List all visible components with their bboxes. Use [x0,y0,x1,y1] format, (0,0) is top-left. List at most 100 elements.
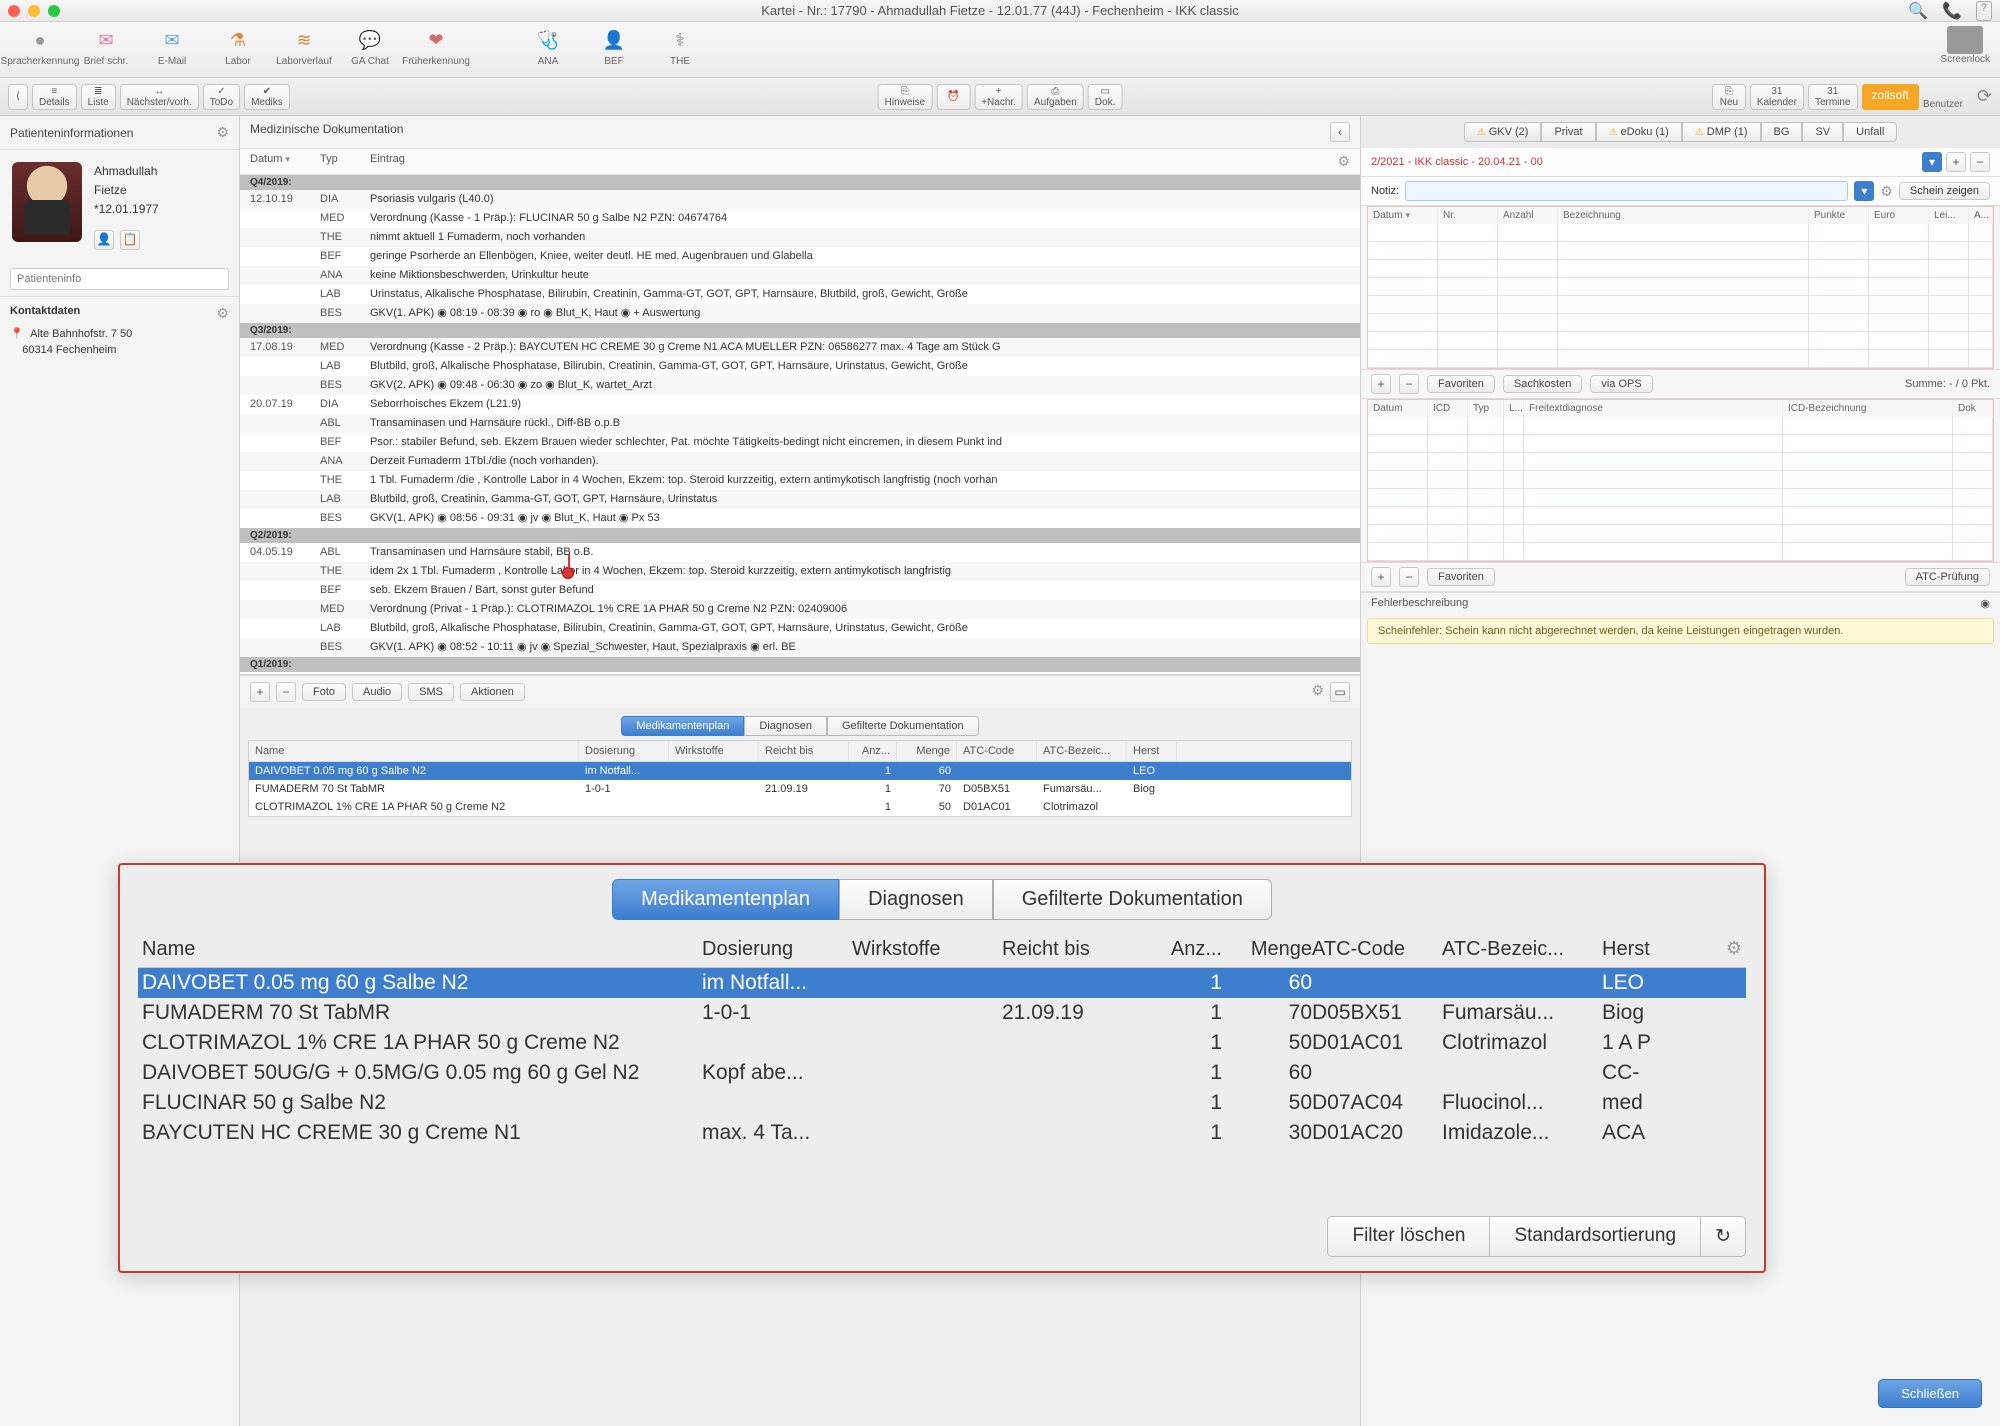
quarter-row[interactable]: Q4/2019: [240,175,1360,190]
dropdown-icon[interactable]: ▾ [1922,152,1942,172]
medcol-wirk[interactable]: Wirkstoffe [669,741,759,761]
zcol-wirk[interactable]: Wirkstoffe [852,938,1002,961]
zcol-herst[interactable]: Herst [1602,938,1672,961]
doc-row[interactable]: MEDVerordnung (Kasse - 1 Präp.): FLUCINA… [240,209,1360,228]
doc-row[interactable]: ANADerzeit Fumaderm 1Tbl./die (noch vorh… [240,452,1360,471]
notiz-input[interactable] [1405,181,1848,201]
zcol-atcb[interactable]: ATC-Bezeic... [1442,938,1602,961]
minus-button[interactable]: − [1399,374,1419,394]
grid-row[interactable] [1368,296,1993,314]
close-window-icon[interactable] [8,5,20,17]
plus-button[interactable]: + [1371,567,1391,587]
doc-row[interactable]: 20.07.19DIASeborrhoisches Ekzem (L21.9) [240,395,1360,414]
g2-typ[interactable]: Typ [1468,400,1504,417]
gear-icon[interactable]: ⚙ [1337,153,1350,170]
g1-lei[interactable]: Lei... [1929,207,1969,224]
rtab-bg[interactable]: BG [1761,122,1803,142]
med-row[interactable]: DAIVOBET 0.05 mg 60 g Salbe N2im Notfall… [249,762,1351,780]
quarter-row[interactable]: Q1/2019: [240,657,1360,672]
sms-button[interactable]: SMS [408,683,454,701]
doc-row[interactable]: LABBlutbild, groß, Creatinin, Gamma-GT, … [240,490,1360,509]
zcol-anz[interactable]: Anz... [1152,938,1222,961]
zcol-reicht[interactable]: Reicht bis [1002,938,1152,961]
foto-button[interactable]: Foto [302,683,346,701]
help-icon[interactable]: ? [1976,1,1992,21]
g1-a[interactable]: A... [1969,207,1993,224]
medcol-atcb[interactable]: ATC-Bezeic... [1037,741,1127,761]
sachkosten-button[interactable]: Sachkosten [1503,375,1582,393]
doc-row[interactable]: 17.08.19MEDVerordnung (Kasse - 2 Präp.):… [240,338,1360,357]
favoriten-button[interactable]: Favoriten [1427,375,1495,393]
sbtn-neu[interactable]: ⎘Neu [1712,84,1746,110]
g1-datum[interactable]: Datum [1368,207,1438,224]
g1-anz[interactable]: Anzahl [1498,207,1558,224]
zoom-med-row[interactable]: FUMADERM 70 St TabMR1-0-121.09.19170D05B… [138,998,1746,1028]
tab-gefilterte[interactable]: Gefilterte Dokumentation [827,716,979,736]
quarter-row[interactable]: Q2/2019: [240,528,1360,543]
zoom-med-row[interactable]: DAIVOBET 0.05 mg 60 g Salbe N2im Notfall… [138,968,1746,998]
tool-bef[interactable]: 👤BEF [584,26,644,67]
col-eintrag[interactable]: Eintrag [370,153,1337,170]
gear-icon[interactable]: ⚙ [216,305,229,322]
doc-row[interactable]: ABLTransaminasen und Harnsäure rückl., D… [240,414,1360,433]
grid-row[interactable] [1368,453,1993,471]
refresh-icon[interactable]: ↻ [1701,1216,1746,1257]
grid-row[interactable] [1368,507,1993,525]
medcol-atc[interactable]: ATC-Code [957,741,1037,761]
grid-row[interactable] [1368,489,1993,507]
doc-row[interactable]: BESGKV(1. APK) ◉ 08:19 - 08:39 ◉ ro ◉ Bl… [240,304,1360,323]
tool-ga-chat[interactable]: 💬GA Chat [340,26,400,67]
doc-row[interactable]: MEDVerordnung (Privat - 1 Präp.): CLOTRI… [240,600,1360,619]
g1-punkte[interactable]: Punkte [1809,207,1869,224]
sbtn-alarm[interactable]: ⏰ [936,84,970,110]
patient-info-input[interactable] [10,268,229,290]
gear-icon[interactable]: ⚙ [1311,682,1324,702]
sbtn-mediks[interactable]: ✔Mediks [244,84,290,110]
medcol-dos[interactable]: Dosierung [579,741,669,761]
tool-laborverlauf[interactable]: ≋Laborverlauf [274,26,334,67]
g2-l[interactable]: L... [1504,400,1524,417]
sbtn-details[interactable]: ≡Details [32,84,77,110]
gear-icon[interactable]: ⚙ [1726,938,1742,961]
tool-the[interactable]: ⚕THE [650,26,710,67]
grid-row[interactable] [1368,332,1993,350]
medcol-reicht[interactable]: Reicht bis [759,741,849,761]
rtab-sv[interactable]: SV [1802,122,1843,142]
col-typ[interactable]: Typ [320,153,370,170]
minimize-window-icon[interactable] [28,5,40,17]
medcol-name[interactable]: Name [249,741,579,761]
expand-icon[interactable]: ▭ [1330,682,1350,702]
doc-row[interactable]: 04.05.19ABLTransaminasen und Harnsäure s… [240,543,1360,562]
rtab-unfall[interactable]: Unfall [1843,122,1897,142]
medcol-menge[interactable]: Menge [897,741,957,761]
plus-button[interactable]: + [250,682,270,702]
doc-row[interactable]: THEidem 2x 1 Tbl. Fumaderm , Kontrolle L… [240,562,1360,581]
tab-medikamentenplan[interactable]: Medikamentenplan [621,716,744,736]
rtab-gkv-[interactable]: GKV (2) [1464,122,1542,142]
refresh-icon[interactable]: ⟳ [1977,86,1992,107]
sbtn-dok-[interactable]: ▭Dok. [1088,84,1123,110]
doc-row[interactable]: THE1 Tbl. Fumaderm /die , Kontrolle Labo… [240,471,1360,490]
doc-row[interactable]: 12.10.19DIAPsoriasis vulgaris (L40.0) [240,190,1360,209]
zoom-med-row[interactable]: CLOTRIMAZOL 1% CRE 1A PHAR 50 g Creme N2… [138,1028,1746,1058]
doc-row[interactable]: ANAkeine Miktionsbeschwerden, Urinkultur… [240,266,1360,285]
sbtn-kalender[interactable]: 31Kalender [1750,84,1804,110]
tab-diagnosen[interactable]: Diagnosen [744,716,827,736]
sbtn-todo[interactable]: ✓ToDo [203,84,240,110]
clipboard-icon[interactable]: 📋 [120,230,140,250]
quarter-row[interactable]: Q3/2019: [240,323,1360,338]
collapse-arrow[interactable]: ⟨ [8,84,28,110]
minus-button[interactable]: − [276,682,296,702]
doc-row[interactable]: LABUrinstatus, Alkalische Phosphatase, B… [240,285,1360,304]
g2-dok[interactable]: Dok [1953,400,1993,417]
grid-row[interactable] [1368,260,1993,278]
dropdown-icon[interactable]: ▾ [1854,181,1874,201]
doc-row[interactable]: BEFPsor.: stabiler Befund, seb. Ekzem Br… [240,433,1360,452]
aktionen-button[interactable]: Aktionen [460,683,525,701]
g2-icdb[interactable]: ICD-Bezeichnung [1783,400,1953,417]
tool-labor[interactable]: ⚗Labor [208,26,268,67]
atc-pruefung-button[interactable]: ATC-Prüfung [1905,568,1990,586]
screenlock-button[interactable]: Screenlock [1941,26,1990,65]
doc-row[interactable]: BESGKV(1. APK) ◉ 08:56 - 09:31 ◉ jv ◉ Bl… [240,509,1360,528]
med-row[interactable]: CLOTRIMAZOL 1% CRE 1A PHAR 50 g Creme N2… [249,798,1351,816]
